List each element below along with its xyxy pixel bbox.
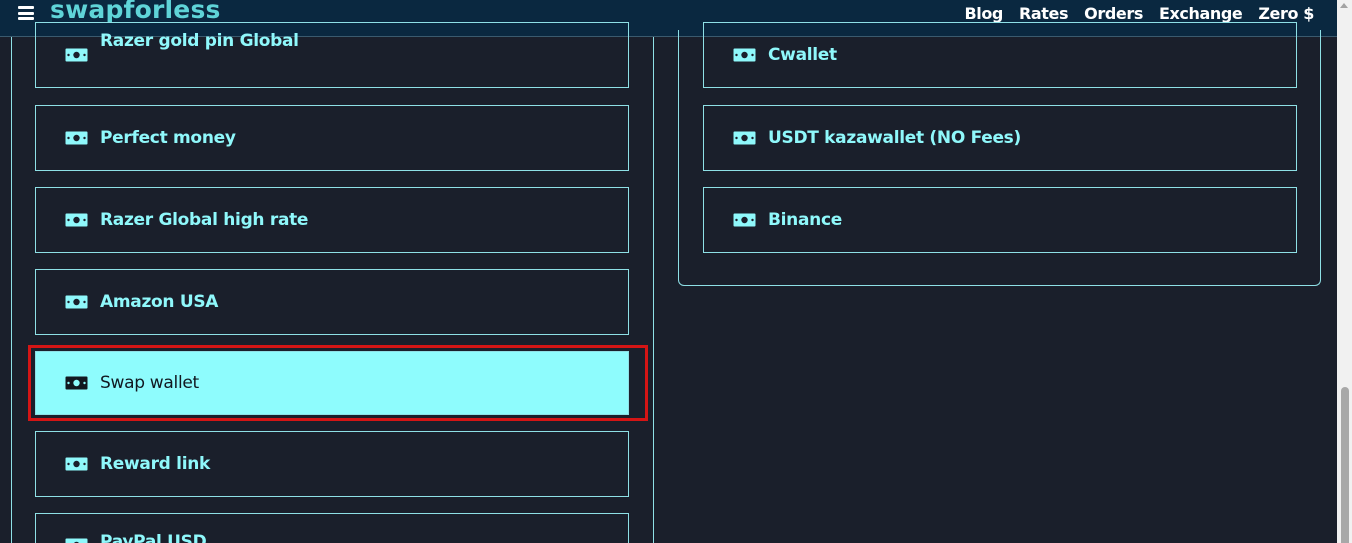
payment-option-reward-link[interactable]: Reward link [35, 431, 629, 497]
payment-list-right: Cwallet USDT kazawallet (NO Fees) Binanc… [678, 22, 1321, 286]
payment-option-label: Razer Global high rate [100, 210, 309, 230]
payment-option-label: Amazon USA [100, 292, 219, 312]
money-bill-icon [733, 48, 756, 62]
payment-option-cwallet[interactable]: Cwallet [703, 22, 1297, 88]
money-bill-icon [733, 131, 756, 145]
payment-option-label: Perfect money [100, 128, 236, 148]
hamburger-menu-icon[interactable] [18, 6, 34, 20]
selection-highlight-box [28, 345, 648, 421]
nav-links: Blog Rates Orders Exchange Zero $ [964, 4, 1314, 23]
payment-option-razer-global-high-rate[interactable]: Razer Global high rate [35, 187, 629, 253]
money-bill-icon [65, 213, 88, 227]
payment-option-binance[interactable]: Binance [703, 187, 1297, 253]
payment-option-razer-gold-pin-global[interactable]: Razer gold pin Global [35, 22, 629, 88]
payment-option-label: Binance [768, 210, 842, 230]
payment-option-label: USDT kazawallet (NO Fees) [768, 128, 1021, 148]
scroll-up-arrow-icon[interactable] [1340, 3, 1348, 8]
money-bill-icon [65, 295, 88, 309]
brand-logo[interactable]: swapforless [50, 0, 221, 24]
nav-link-orders[interactable]: Orders [1084, 4, 1143, 23]
money-bill-icon [65, 538, 88, 543]
money-bill-icon [65, 131, 88, 145]
money-bill-icon [65, 48, 88, 62]
scroll-thumb[interactable] [1341, 387, 1349, 543]
payment-option-label: Razer gold pin Global [100, 31, 299, 51]
page-scrollbar[interactable] [1337, 0, 1352, 543]
nav-link-blog[interactable]: Blog [964, 4, 1003, 23]
payment-option-perfect-money[interactable]: Perfect money [35, 105, 629, 171]
payment-option-label: Cwallet [768, 45, 837, 65]
money-bill-icon [733, 213, 756, 227]
payment-list-left: Razer gold pin Global Perfect money Raze… [11, 22, 654, 543]
payment-option-usdt-kazawallet[interactable]: USDT kazawallet (NO Fees) [703, 105, 1297, 171]
money-bill-icon [65, 457, 88, 471]
nav-link-exchange[interactable]: Exchange [1159, 4, 1243, 23]
payment-option-amazon-usa[interactable]: Amazon USA [35, 269, 629, 335]
payment-option-label: PayPal USD [100, 532, 207, 543]
payment-option-paypal-usd[interactable]: PayPal USD [35, 513, 629, 543]
nav-link-zero[interactable]: Zero $ [1258, 4, 1314, 23]
nav-link-rates[interactable]: Rates [1019, 4, 1069, 23]
payment-option-label: Reward link [100, 454, 211, 474]
